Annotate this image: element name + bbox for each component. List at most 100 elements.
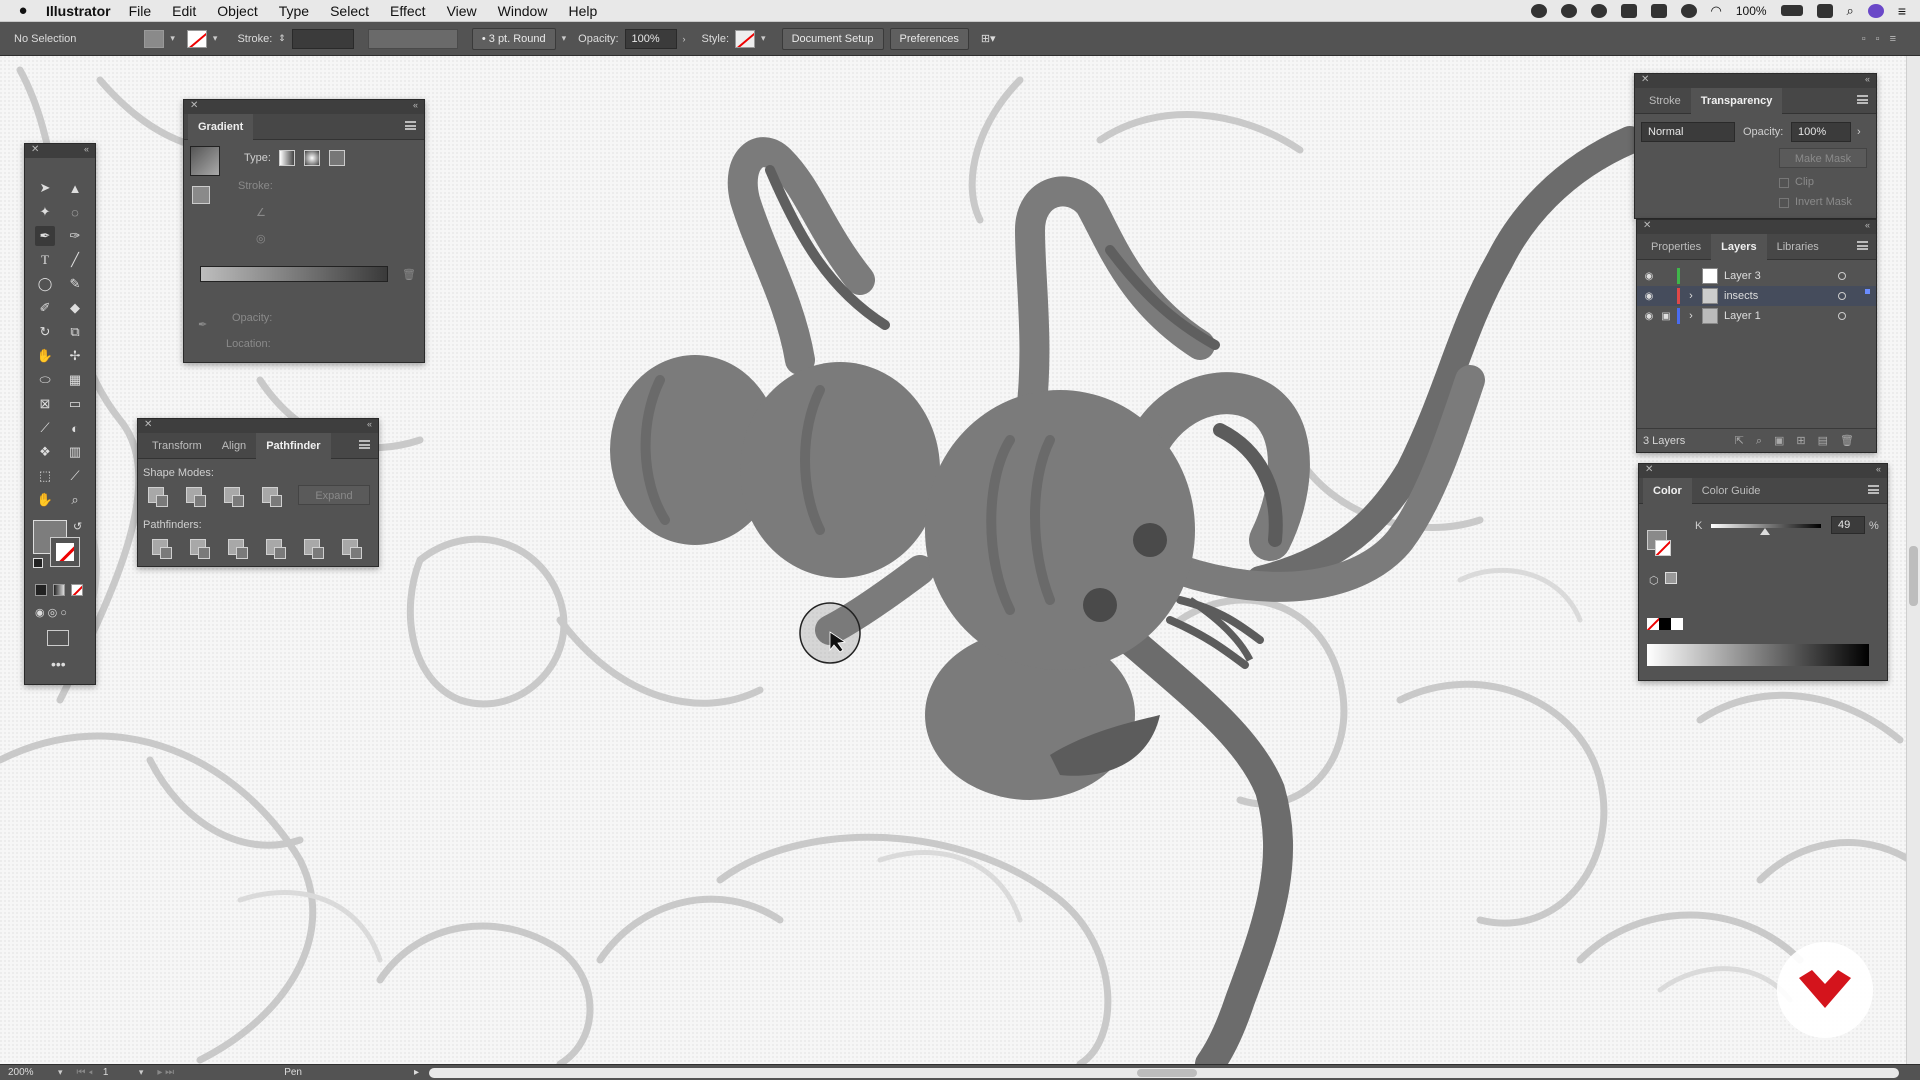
panel-menu-icon[interactable] [359,440,370,449]
user-avatar-icon[interactable] [1867,3,1884,18]
artboard-nav-last-icon[interactable]: ▸ ⏭ [157,1067,174,1078]
app-menu[interactable]: Illustrator [46,3,111,19]
close-icon[interactable]: ✕ [1641,74,1649,85]
mesh-tool-icon[interactable]: ⊠ [35,394,55,414]
visibility-eye-icon[interactable]: ◉ [1643,311,1655,322]
collapse-icon[interactable]: « [1865,74,1870,84]
lock-icon[interactable]: ▣ [1655,311,1677,322]
wifi-icon[interactable]: ◠ [1711,3,1722,19]
artboard-number-select[interactable]: 1 [103,1067,139,1078]
color-mode-icon[interactable] [35,584,47,596]
brush-definition[interactable]: • 3 pt. Round [471,27,556,50]
collapse-icon[interactable]: « [367,419,372,429]
panel-menu-icon[interactable] [1868,485,1879,494]
close-icon[interactable]: ✕ [1645,464,1653,475]
edit-toolbar-icon[interactable]: ••• [51,656,66,672]
notification-center-icon[interactable]: ≡ [1898,3,1906,19]
horizontal-scrollbar[interactable] [429,1067,1900,1078]
none-mode-icon[interactable] [71,584,83,596]
stroke-dropdown-icon[interactable]: ▾ [213,33,218,44]
line-tool-icon[interactable]: ╱ [65,250,85,270]
record-icon[interactable] [1530,3,1547,18]
layer-name[interactable]: insects [1724,290,1758,302]
out-of-gamut-icon[interactable]: ⬡ [1649,574,1659,587]
menu-object[interactable]: Object [217,3,257,19]
drive-icon[interactable] [1620,3,1637,18]
lasso-tool-icon[interactable]: ◌ [65,202,85,222]
status-menu-icon[interactable]: ▸ [414,1067,419,1078]
opacity-input[interactable]: 100% [624,28,677,49]
blend-tool-icon[interactable]: ◐ [65,418,85,438]
battery-icon[interactable] [1780,5,1803,16]
minus-back-icon[interactable] [342,539,362,559]
panel-menu-icon[interactable] [405,121,416,130]
tab-properties[interactable]: Properties [1641,234,1711,260]
opacity-input[interactable]: 100% [1791,122,1851,142]
apple-menu-icon[interactable]: ● [0,2,46,19]
layer-target-icon[interactable] [1838,292,1846,300]
transparency-titlebar[interactable]: ✕ « [1635,74,1876,88]
collapse-icon[interactable]: « [1865,220,1870,230]
outline-icon[interactable] [304,539,324,559]
swap-fill-stroke-icon[interactable]: ↺ [73,520,82,533]
brush-dropdown-icon[interactable]: ▾ [562,33,567,44]
visibility-eye-icon[interactable]: ◉ [1643,271,1655,282]
tab-layers[interactable]: Layers [1711,233,1767,260]
tab-transparency[interactable]: Transparency [1690,87,1783,114]
expand-layer-chevron-icon[interactable]: › [1680,310,1702,322]
artboard-nav-first-icon[interactable]: ⏮ ◂ [77,1067,93,1078]
collapse-icon[interactable]: « [1876,464,1881,474]
gradient-mode-icon[interactable] [53,584,65,596]
fill-stroke-mini-icon[interactable] [192,186,210,204]
layer-target-icon[interactable] [1838,312,1846,320]
graph-tool-icon[interactable]: ▥ [65,442,85,462]
panel-menu-icon[interactable] [1857,95,1868,104]
slice-tool-icon[interactable]: ⟋ [65,466,85,486]
drawing-mode-icon[interactable]: ◉ ◎ ○ [35,606,67,619]
graphic-style-swatch[interactable] [735,29,756,48]
direct-selection-tool-icon[interactable]: ▲ [65,178,85,198]
zoom-dropdown-icon[interactable]: ▾ [58,1067,63,1078]
close-icon[interactable]: ✕ [31,144,39,155]
tab-stroke[interactable]: Stroke [1639,88,1691,114]
tools-titlebar[interactable]: ✕ « [25,144,95,158]
color-spectrum-ramp[interactable] [1647,644,1869,666]
layer-row[interactable]: ◉ ▣ › Layer 1 [1637,306,1876,326]
layer-row[interactable]: ◉ Layer 3 [1637,266,1876,286]
invert-mask-checkbox[interactable] [1779,198,1789,208]
eyedropper-tool-icon[interactable]: ⟋ [35,418,55,438]
scale-tool-icon[interactable]: ⧉ [65,322,85,342]
shaper-tool-icon[interactable]: ✐ [35,298,55,318]
tab-color[interactable]: Color [1643,477,1692,504]
stroke-weight-input[interactable] [291,28,354,49]
black-swatch[interactable] [1659,618,1671,630]
scroll-thumb[interactable] [1909,546,1918,606]
artboard-tool-icon[interactable]: ⬚ [35,466,55,486]
artboard-dropdown-icon[interactable]: ▾ [139,1067,144,1078]
white-swatch[interactable] [1671,618,1683,630]
screen-mode-icon[interactable] [47,630,69,646]
web-safe-swatch[interactable] [1665,572,1677,584]
delete-stop-icon[interactable]: 🗑 [402,268,416,281]
vertical-scrollbar[interactable] [1906,56,1920,1064]
hand-tool-icon[interactable]: ✋ [35,490,55,510]
clip-checkbox[interactable] [1779,178,1789,188]
menu-file[interactable]: File [129,3,152,19]
expand-layer-chevron-icon[interactable]: › [1680,290,1702,302]
make-mask-button[interactable]: Make Mask [1779,148,1867,168]
radial-gradient-icon[interactable] [304,150,320,166]
airplay-icon[interactable] [1650,3,1667,18]
pathfinder-titlebar[interactable]: ✕ « [138,419,378,433]
curvature-tool-icon[interactable]: ✑ [65,226,85,246]
tab-libraries[interactable]: Libraries [1767,234,1829,260]
gradient-titlebar[interactable]: ✕ « [184,100,424,114]
ellipse-tool-icon[interactable]: ◯ [35,274,55,294]
opacity-arrow-icon[interactable]: › [683,34,686,44]
calendar-icon[interactable] [1816,3,1833,18]
check-icon[interactable] [1560,3,1577,18]
perspective-grid-tool-icon[interactable]: ▦ [65,370,85,390]
pen-tool-icon[interactable]: ✒ [35,226,55,246]
magic-wand-tool-icon[interactable]: ✦ [35,202,55,222]
close-icon[interactable]: ✕ [190,100,198,111]
gradient-preview-swatch[interactable] [190,146,220,176]
